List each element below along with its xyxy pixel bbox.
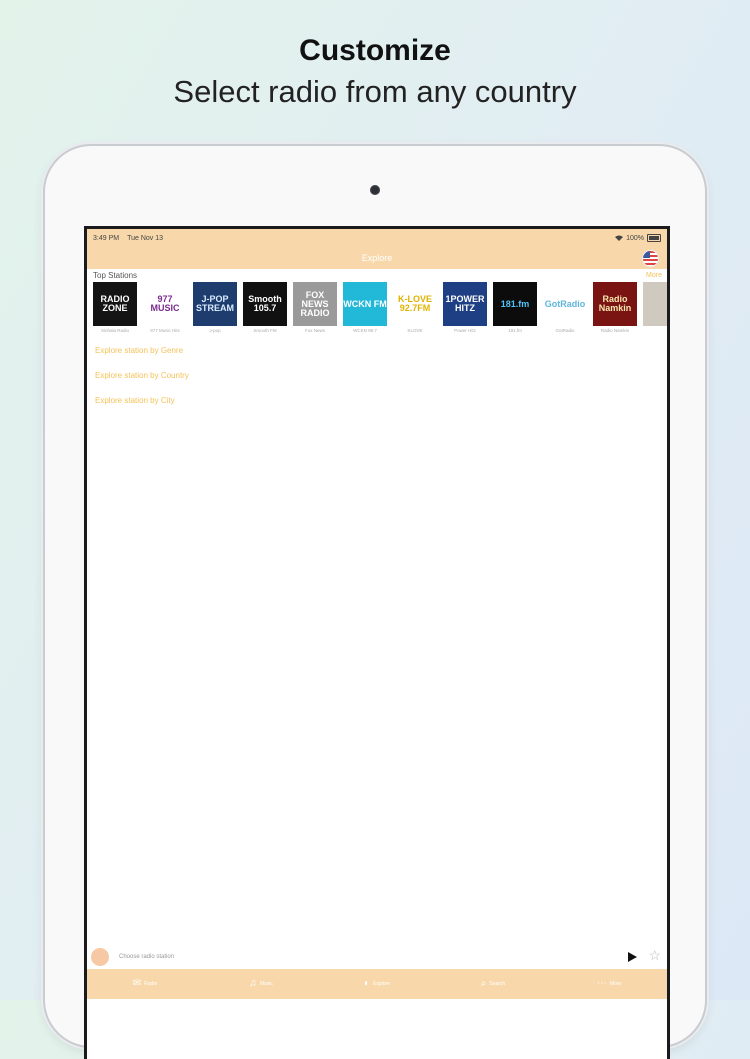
tab-label: More <box>609 981 622 987</box>
app-screen: 3:49 PM Tue Nov 13 100% Explore Top Stat… <box>87 229 667 1059</box>
explore-by-city-link[interactable]: Explore station by City <box>87 388 667 413</box>
station-caption: Power Hitz <box>454 328 476 333</box>
station-logo: 977 MUSIC <box>143 282 187 326</box>
tab-search[interactable]: ⌕ Search <box>435 969 551 999</box>
station-tile[interactable]: Smooth 105.7 Smooth FM <box>243 282 287 338</box>
nav-bar: Explore <box>87 247 667 269</box>
station-caption: J-pop <box>209 328 221 333</box>
promo-subtitle: Select radio from any country <box>173 74 577 109</box>
station-tile[interactable]: WCKN FM WCKN 99.7 <box>343 282 387 338</box>
station-logo: J-POP STREAM <box>193 282 237 326</box>
station-tile[interactable]: J-POP STREAM J-pop <box>193 282 237 338</box>
station-caption: WCKN 99.7 <box>353 328 377 333</box>
station-logo: WCKN FM <box>343 282 387 326</box>
camera <box>370 185 380 195</box>
explore-by-genre-link[interactable]: Explore station by Genre <box>87 338 667 363</box>
station-logo: K-LOVE 92.7FM <box>393 282 437 326</box>
country-flag-icon[interactable] <box>642 250 659 267</box>
music-icon: ♫ <box>249 978 257 989</box>
tab-label: Music <box>259 981 273 987</box>
tab-label: Search <box>489 981 506 987</box>
station-caption: Smooth FM <box>253 328 277 333</box>
station-caption: 977 Music Hits <box>150 328 180 333</box>
explore-by-country-link[interactable]: Explore station by Country <box>87 363 667 388</box>
station-caption: 181.fm <box>508 328 522 333</box>
status-date: Tue Nov 13 <box>127 234 164 242</box>
battery-icon <box>647 234 661 242</box>
station-logo: 1POWER HITZ <box>443 282 487 326</box>
station-caption: Radio Namkin <box>600 328 630 333</box>
search-icon: ⌕ <box>480 978 487 989</box>
station-logo: Smooth 105.7 <box>243 282 287 326</box>
station-caption: KLOVE <box>407 328 423 333</box>
tab-more[interactable]: ⋯ More <box>551 969 667 999</box>
more-icon: ⋯ <box>596 978 607 989</box>
tab-music[interactable]: ♫ Music <box>203 969 319 999</box>
station-logo: RADIO ZONE <box>93 282 137 326</box>
tab-label: Radio <box>144 981 158 987</box>
station-tile[interactable] <box>643 282 667 338</box>
station-tile[interactable]: 181.fm 181.fm <box>493 282 537 338</box>
station-logo: Radio Namkin <box>593 282 637 326</box>
station-avatar <box>91 948 109 966</box>
station-caption: GotRadio <box>555 328 575 333</box>
status-bar: 3:49 PM Tue Nov 13 100% <box>87 229 667 247</box>
station-caption: Fox News <box>304 328 325 333</box>
station-caption: Sinhala Radio <box>100 328 130 333</box>
station-logo: 181.fm <box>493 282 537 326</box>
star-icon[interactable]: ☆ <box>648 948 661 962</box>
station-tile[interactable]: 1POWER HITZ Power Hitz <box>443 282 487 338</box>
battery-percent: 100% <box>626 234 644 242</box>
station-logo: GotRadio <box>543 282 587 326</box>
top-stations-title: Top Stations <box>93 271 138 280</box>
station-logo: FOX NEWS RADIO <box>293 282 337 326</box>
tab-label: Explore <box>373 981 390 987</box>
top-stations-header: Top Stations More <box>87 269 667 282</box>
tab-explore[interactable]: ◐ Explore <box>319 969 435 999</box>
station-tile[interactable]: K-LOVE 92.7FM KLOVE <box>393 282 437 338</box>
explore-links: Explore station by Genre Explore station… <box>87 338 667 413</box>
radio-icon: ✉ <box>132 978 142 989</box>
more-link[interactable]: More <box>646 269 662 282</box>
station-tile[interactable]: GotRadio GotRadio <box>543 282 587 338</box>
tablet-device: 3:49 PM Tue Nov 13 100% Explore Top Stat… <box>45 146 705 1059</box>
mini-player[interactable]: Choose radio station ☆ <box>87 945 667 969</box>
station-tile[interactable]: RADIO ZONE Sinhala Radio <box>93 282 137 338</box>
player-placeholder: Choose radio station <box>119 954 175 960</box>
wifi-icon <box>615 235 624 241</box>
tab-radio[interactable]: ✉ Radio <box>87 969 203 999</box>
nav-title: Explore <box>361 253 393 263</box>
promo-title: Customize <box>299 34 451 67</box>
top-stations-carousel[interactable]: RADIO ZONE Sinhala Radio 977 MUSIC 977 Musi… <box>87 282 667 338</box>
status-time: 3:49 PM <box>93 234 120 242</box>
station-tile[interactable]: Radio Namkin Radio Namkin <box>593 282 637 338</box>
station-logo <box>643 282 667 326</box>
tab-bar: ✉ Radio ♫ Music ◐ Explore ⌕ Search ⋯ More <box>87 969 667 999</box>
globe-icon: ◐ <box>364 978 371 989</box>
play-icon[interactable] <box>628 952 637 962</box>
station-tile[interactable]: 977 MUSIC 977 Music Hits <box>143 282 187 338</box>
station-tile[interactable]: FOX NEWS RADIO Fox News <box>293 282 337 338</box>
